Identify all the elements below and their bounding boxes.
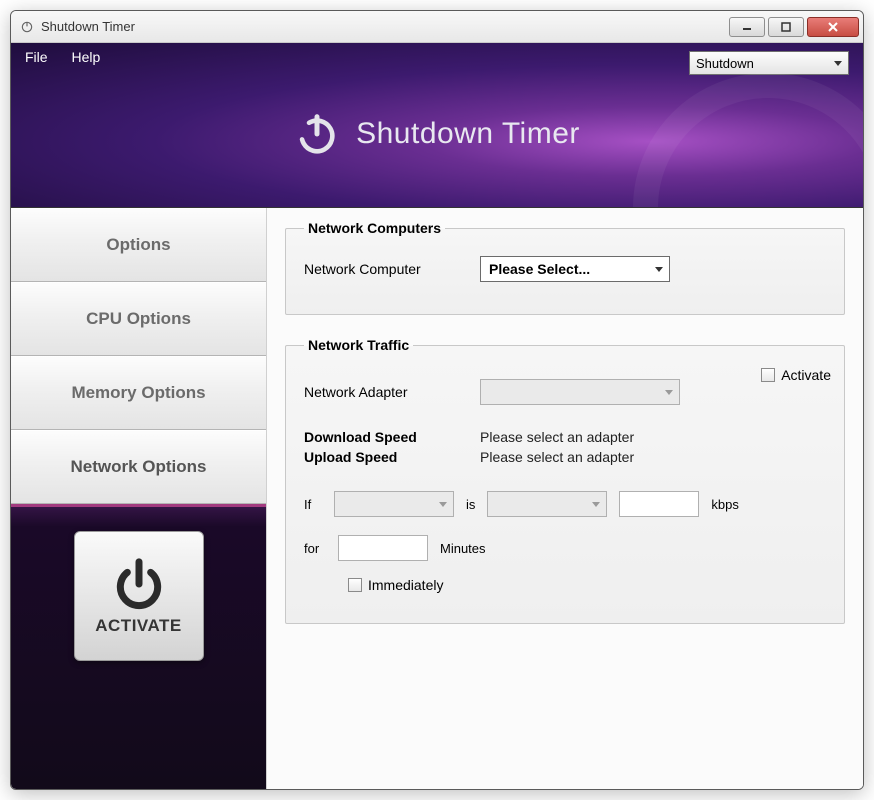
duration-input[interactable] [338, 535, 428, 561]
power-icon [111, 556, 167, 612]
app-window: Shutdown Timer File Help Shutdown [10, 10, 864, 790]
minimize-button[interactable] [729, 17, 765, 37]
for-label: for [304, 541, 326, 556]
chevron-down-icon [592, 502, 600, 507]
banner-title: Shutdown Timer [356, 117, 580, 151]
select-value: Please Select... [489, 261, 590, 277]
immediately-checkbox[interactable]: Immediately [348, 577, 443, 593]
checkbox-label: Activate [781, 367, 831, 383]
sidebar: Options CPU Options Memory Options Netwo… [11, 208, 266, 789]
network-traffic-group: Network Traffic Activate Network Adapter [285, 337, 845, 624]
chevron-down-icon [655, 267, 663, 272]
download-speed-label: Download Speed [304, 429, 464, 445]
kbps-label: kbps [711, 497, 738, 512]
activate-label: ACTIVATE [95, 616, 181, 636]
tab-network-options[interactable]: Network Options [11, 430, 266, 504]
checkbox-box [348, 578, 362, 592]
if-label: If [304, 497, 322, 512]
main-panel: Network Computers Network Computer Pleas… [266, 208, 863, 789]
tab-options[interactable]: Options [11, 208, 266, 282]
upload-speed-value: Please select an adapter [480, 449, 634, 465]
activate-button[interactable]: ACTIVATE [74, 531, 204, 661]
checkbox-box [761, 368, 775, 382]
menu-bar: File Help [25, 49, 120, 65]
maximize-button[interactable] [768, 17, 804, 37]
close-button[interactable] [807, 17, 859, 37]
action-select-value: Shutdown [696, 56, 754, 71]
tab-cpu-options[interactable]: CPU Options [11, 282, 266, 356]
banner: File Help Shutdown Shutdown Timer [11, 43, 863, 208]
power-icon [294, 111, 340, 157]
condition-metric-select[interactable] [334, 491, 454, 517]
app-icon [19, 19, 35, 35]
condition-value-input[interactable] [619, 491, 699, 517]
action-select[interactable]: Shutdown [689, 51, 849, 75]
title-bar: Shutdown Timer [11, 11, 863, 43]
menu-help[interactable]: Help [71, 49, 100, 65]
network-computer-label: Network Computer [304, 261, 464, 277]
tab-label: Options [106, 235, 170, 255]
window-title: Shutdown Timer [41, 19, 135, 34]
download-speed-value: Please select an adapter [480, 429, 634, 445]
tab-label: Memory Options [71, 383, 205, 403]
chevron-down-icon [665, 390, 673, 395]
menu-file[interactable]: File [25, 49, 48, 65]
condition-comparator-select[interactable] [487, 491, 607, 517]
content: Options CPU Options Memory Options Netwo… [11, 208, 863, 789]
tab-label: CPU Options [86, 309, 191, 329]
tab-label: Network Options [70, 457, 206, 477]
network-computers-group: Network Computers Network Computer Pleas… [285, 220, 845, 315]
chevron-down-icon [834, 61, 842, 66]
checkbox-label: Immediately [368, 577, 443, 593]
group-legend: Network Traffic [304, 337, 413, 353]
banner-center: Shutdown Timer [11, 111, 863, 157]
chevron-down-icon [439, 502, 447, 507]
tab-memory-options[interactable]: Memory Options [11, 356, 266, 430]
activate-checkbox[interactable]: Activate [761, 367, 831, 383]
upload-speed-label: Upload Speed [304, 449, 464, 465]
network-computer-select[interactable]: Please Select... [480, 256, 670, 282]
network-adapter-label: Network Adapter [304, 384, 464, 400]
sidebar-bottom: ACTIVATE [11, 504, 266, 789]
is-label: is [466, 497, 475, 512]
minutes-label: Minutes [440, 541, 486, 556]
group-legend: Network Computers [304, 220, 445, 236]
network-adapter-select[interactable] [480, 379, 680, 405]
